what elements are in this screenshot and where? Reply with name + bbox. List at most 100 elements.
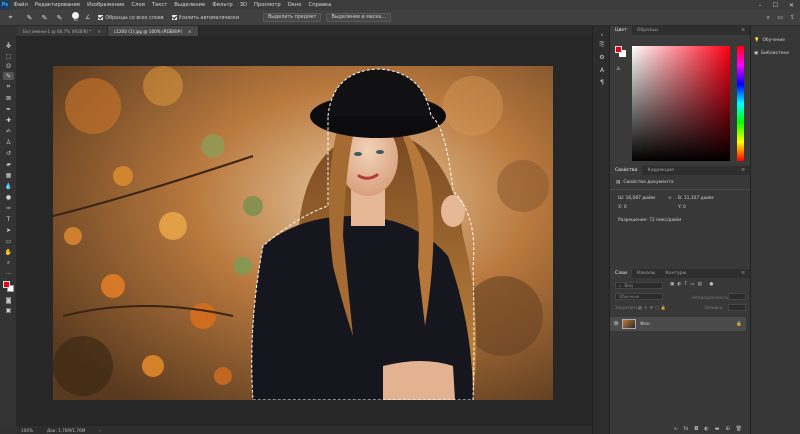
adjustment-icon[interactable]: ◐: [704, 426, 708, 432]
hand-icon[interactable]: ✋: [3, 248, 14, 256]
link-layers-icon[interactable]: ∞: [673, 426, 677, 432]
share-icon[interactable]: ⇪: [790, 14, 795, 21]
menu-filter[interactable]: Фильтр: [209, 2, 237, 8]
minimize-icon[interactable]: –: [759, 2, 762, 9]
status-arrow-icon[interactable]: ›: [99, 428, 101, 433]
adjust-icon[interactable]: ⚙: [597, 53, 607, 62]
menu-3d[interactable]: 3D: [236, 2, 250, 8]
close-tab-icon[interactable]: ×: [97, 29, 101, 34]
type-icon[interactable]: T: [3, 215, 14, 223]
history-icon[interactable]: ⎘: [597, 40, 607, 49]
menu-select[interactable]: Выделение: [171, 2, 209, 8]
tab-layers[interactable]: Слои: [610, 269, 632, 278]
new-selection-icon[interactable]: ✎: [25, 13, 34, 22]
maximize-icon[interactable]: ☐: [773, 2, 778, 9]
auto-enhance-option[interactable]: Усилить автоматически: [171, 14, 239, 21]
dock-collapse-icon[interactable]: «: [597, 30, 607, 39]
learn-item[interactable]: 💡 Обучение: [751, 34, 800, 47]
filter-icons[interactable]: ▣◐T▭▤ ●: [670, 282, 716, 287]
new-layer-icon[interactable]: ⊞: [725, 426, 729, 432]
sample-all-layers-option[interactable]: Образцы со всех слоев: [98, 14, 164, 21]
menu-edit[interactable]: Редактирование: [31, 2, 83, 8]
panel-menu-icon[interactable]: ≡: [736, 166, 750, 175]
stamp-icon[interactable]: ♙: [3, 138, 14, 146]
zoom-level[interactable]: 100%: [21, 428, 33, 433]
tab-corrections[interactable]: Коррекция: [642, 166, 678, 175]
search-icon[interactable]: ⌕: [767, 14, 770, 22]
layer-name[interactable]: Фон: [640, 322, 650, 327]
brush-icon[interactable]: ✍: [3, 127, 14, 135]
tab-paths[interactable]: Контуры: [660, 269, 691, 278]
subtract-selection-icon[interactable]: ✎: [55, 13, 64, 22]
tab-properties[interactable]: Свойства: [610, 166, 643, 175]
menu-file[interactable]: Файл: [10, 2, 31, 8]
select-subject-button[interactable]: Выделить предмет: [262, 13, 322, 22]
y-value[interactable]: Y: 0: [678, 205, 686, 210]
brush-size-picker[interactable]: 30: [72, 12, 79, 23]
frame-icon[interactable]: ⊠: [3, 94, 14, 102]
quick-select-icon[interactable]: ✎: [3, 72, 14, 80]
more-tools-icon[interactable]: ···: [3, 270, 14, 278]
path-select-icon[interactable]: ➤: [3, 226, 14, 234]
height-value[interactable]: В: 11,107 дюйм: [678, 196, 714, 201]
hue-slider[interactable]: [737, 46, 744, 161]
group-icon[interactable]: ▬: [715, 426, 720, 432]
visibility-eye-icon[interactable]: 👁: [610, 322, 622, 327]
color-field[interactable]: [632, 46, 730, 161]
angle-icon[interactable]: ∠: [85, 14, 90, 21]
libraries-item[interactable]: ▣ Библиотеки: [751, 47, 800, 60]
tab-channels[interactable]: Каналы: [632, 269, 660, 278]
shape-icon[interactable]: ▭: [3, 237, 14, 245]
layer-row[interactable]: 👁 Фон 🔒: [610, 317, 746, 331]
gradient-icon[interactable]: ▦: [3, 171, 14, 179]
x-value[interactable]: X: 0: [618, 205, 627, 210]
move-icon[interactable]: ✥: [3, 42, 14, 50]
tab-document-1[interactable]: Без имени-1 @ 66,7% (RGB/8) * ×: [17, 26, 108, 36]
marquee-icon[interactable]: ⬚: [3, 52, 14, 60]
quick-select-tool-icon[interactable]: ⌖: [6, 13, 15, 22]
add-mask-icon[interactable]: ◘: [694, 426, 698, 432]
crop-icon[interactable]: ⌗: [3, 83, 14, 91]
close-icon[interactable]: ✕: [789, 2, 794, 9]
close-tab-icon[interactable]: ×: [188, 29, 192, 34]
eraser-icon[interactable]: ▰: [3, 160, 14, 168]
dodge-icon[interactable]: ●: [3, 193, 14, 201]
opacity-input[interactable]: [728, 293, 746, 300]
menu-layers[interactable]: Слои: [128, 2, 148, 8]
screen-mode-icon[interactable]: ▣: [3, 306, 14, 314]
add-selection-icon[interactable]: ✎: [40, 13, 49, 22]
menu-view[interactable]: Просмотр: [251, 2, 285, 8]
heal-icon[interactable]: ✚: [3, 116, 14, 124]
tab-swatches[interactable]: Образцы: [632, 26, 663, 35]
layer-filter-select[interactable]: ⌕ Вид: [615, 282, 663, 289]
character-icon[interactable]: A: [597, 66, 607, 75]
panel-menu-icon[interactable]: ≡: [736, 26, 750, 35]
quick-mask-icon[interactable]: ◙: [3, 296, 14, 304]
width-value[interactable]: Ш: 16,087 дюйм: [618, 196, 655, 201]
paragraph-icon[interactable]: ¶: [597, 78, 607, 87]
eyedropper-icon[interactable]: ✒: [3, 105, 14, 113]
resolution-value[interactable]: Разрешение: 72 пикс/дюйм: [618, 218, 681, 223]
document-image[interactable]: [53, 66, 553, 400]
pen-icon[interactable]: ✑: [3, 204, 14, 212]
canvas-area[interactable]: [17, 36, 592, 426]
menu-help[interactable]: Справка: [305, 2, 335, 8]
blur-icon[interactable]: 💧: [3, 182, 14, 190]
fx-icon[interactable]: fx: [684, 426, 689, 432]
fg-color-chip[interactable]: [615, 46, 622, 53]
tab-document-2[interactable]: с1200 (1).jpg @ 100% (RGB/8#) ×: [107, 26, 199, 36]
menu-window[interactable]: Окно: [284, 2, 305, 8]
tab-color[interactable]: Цвет: [610, 26, 632, 35]
foreground-color-swatch[interactable]: [3, 281, 10, 288]
blend-mode-select[interactable]: Обычные: [615, 293, 663, 300]
fill-input[interactable]: [728, 304, 746, 311]
select-and-mask-button[interactable]: Выделение и маска...: [326, 13, 391, 22]
panel-menu-icon[interactable]: ≡: [736, 269, 750, 278]
menu-text[interactable]: Текст: [148, 2, 170, 8]
zoom-icon[interactable]: ⌕: [3, 259, 14, 267]
lasso-icon[interactable]: ʘ: [3, 62, 14, 70]
menu-image[interactable]: Изображение: [84, 2, 128, 8]
link-icon[interactable]: ∞: [668, 196, 672, 201]
lock-icons[interactable]: ▦✎✥▢🔒: [638, 305, 668, 311]
workspace-icon[interactable]: ▭: [777, 14, 783, 21]
